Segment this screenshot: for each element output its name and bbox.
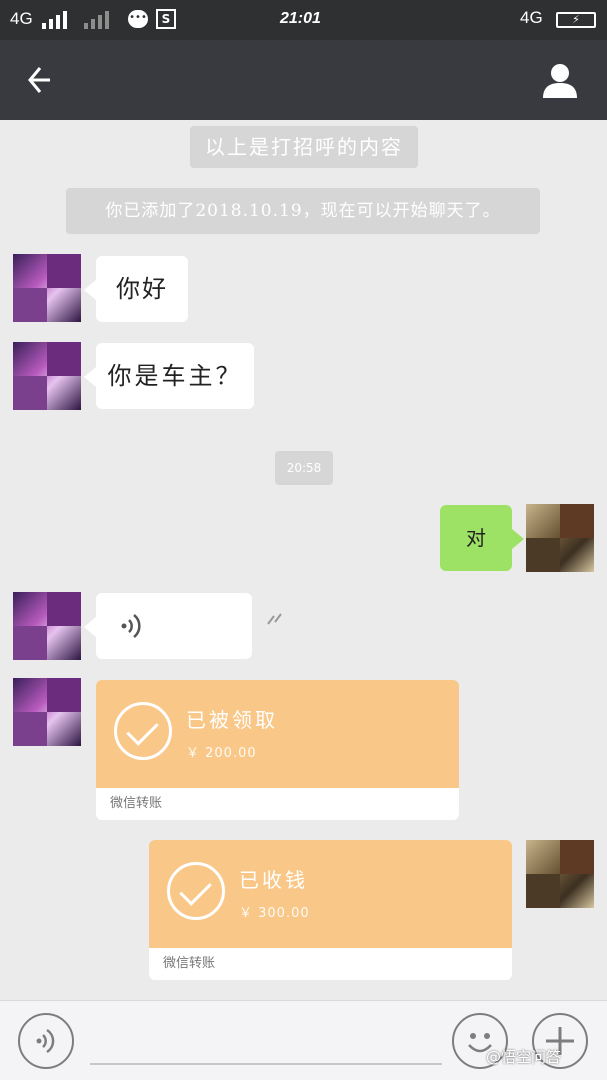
clock: 21:01 xyxy=(280,10,321,27)
system-message-greeting: 以上是打招呼的内容 xyxy=(190,126,418,168)
transfer-footer: 微信转账 xyxy=(110,796,163,811)
voice-input-button[interactable] xyxy=(18,1013,74,1069)
voice-input-icon xyxy=(36,1028,55,1054)
my-transfer-card[interactable]: 已收钱 ￥ 300.00 微信转账 xyxy=(149,840,512,980)
input-toolbar xyxy=(0,1000,607,1080)
check-circle-icon xyxy=(167,862,225,920)
transfer-footer: 微信转账 xyxy=(163,956,216,971)
my-avatar[interactable] xyxy=(526,504,594,572)
message-input[interactable] xyxy=(90,1063,442,1065)
battery-charging-icon: ⚡ xyxy=(556,12,596,28)
my-avatar[interactable] xyxy=(526,840,594,908)
voice-message-bubble[interactable] xyxy=(84,593,252,659)
network-type-right: 4G xyxy=(520,8,543,27)
transfer-card-header: 已被领取 ￥ 200.00 xyxy=(96,680,459,788)
transfer-status: 已被领取 xyxy=(186,708,278,732)
watermark: @悟空问答 xyxy=(486,1048,562,1066)
system-message-added: 你已添加了2018.10.19，现在可以开始聊天了。 xyxy=(66,188,540,234)
s-app-icon: S xyxy=(156,9,176,29)
person-icon[interactable] xyxy=(540,60,580,100)
signal-strength-secondary-icon xyxy=(84,11,109,29)
transfer-card[interactable]: 已被领取 ￥ 200.00 微信转账 xyxy=(96,680,459,820)
back-arrow-icon[interactable] xyxy=(22,62,58,98)
status-bar: 4G ••• S 21:01 4G ⚡ xyxy=(0,0,607,40)
avatar[interactable] xyxy=(13,678,81,746)
message-bubble[interactable]: 你好 xyxy=(84,256,188,322)
voice-wave-icon xyxy=(121,614,141,638)
transfer-status: 已收钱 xyxy=(239,868,308,892)
check-circle-icon xyxy=(114,702,172,760)
transfer-amount: ￥ 200.00 xyxy=(186,746,257,761)
avatar[interactable] xyxy=(13,254,81,322)
signal-strength-icon xyxy=(42,11,67,29)
voice-unread-icon xyxy=(267,613,282,625)
avatar[interactable] xyxy=(13,592,81,660)
message-timestamp: 20:58 xyxy=(275,451,333,485)
transfer-card-header: 已收钱 ￥ 300.00 xyxy=(149,840,512,948)
chat-header xyxy=(0,40,607,120)
transfer-amount: ￥ 300.00 xyxy=(239,906,310,921)
network-type-left: 4G xyxy=(10,9,33,28)
my-message-bubble[interactable]: 对 xyxy=(440,505,524,571)
avatar[interactable] xyxy=(13,342,81,410)
message-bubble[interactable]: 你是车主？ xyxy=(84,343,254,409)
chat-bubble-icon: ••• xyxy=(128,10,148,28)
